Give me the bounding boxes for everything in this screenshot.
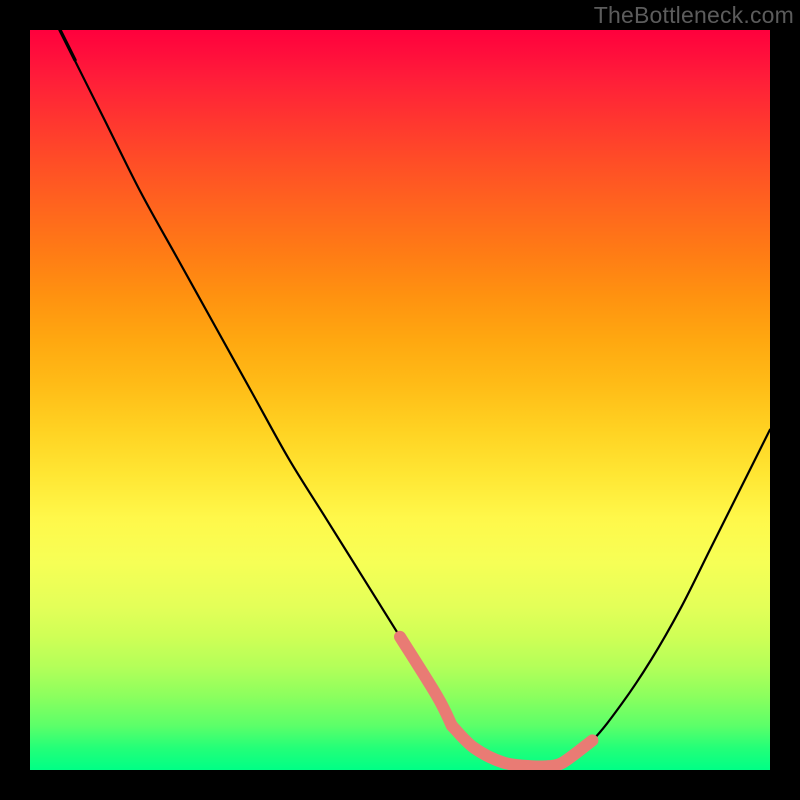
highlight-ascent: [548, 740, 592, 766]
attribution-text: TheBottleneck.com: [594, 2, 794, 29]
curve-layer: [30, 30, 770, 770]
plot-area: [30, 30, 770, 770]
chart-frame: TheBottleneck.com: [0, 0, 800, 800]
highlight-flat: [452, 726, 548, 767]
highlight-descent: [400, 637, 452, 726]
